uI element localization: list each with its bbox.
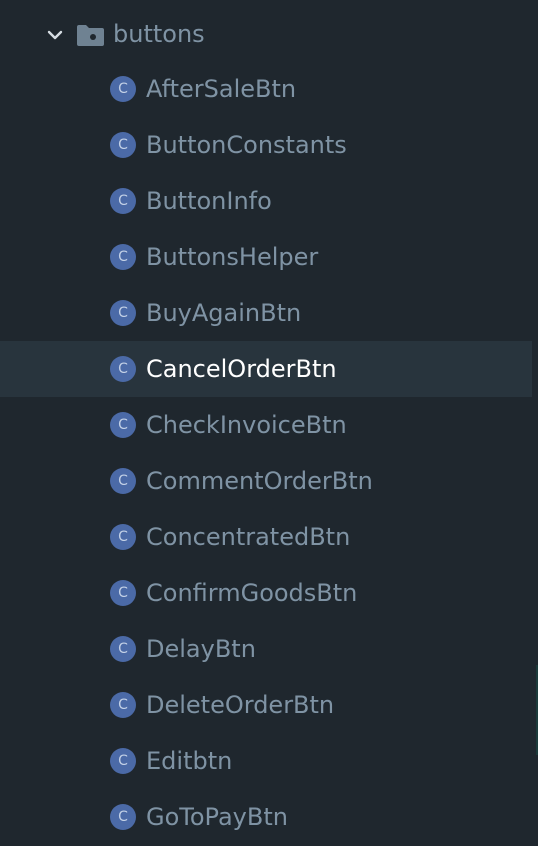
class-icon: C [110,412,136,438]
list-item[interactable]: C DelayBtn [0,621,532,677]
list-item[interactable]: C CheckInvoiceBtn [0,397,532,453]
list-item[interactable]: C ButtonInfo [0,173,532,229]
class-icon: C [110,300,136,326]
class-icon: C [110,692,136,718]
class-icon: C [110,356,136,382]
list-item[interactable]: C ButtonsHelper [0,229,532,285]
class-icon: C [110,244,136,270]
class-icon: C [110,636,136,662]
class-icon: C [110,76,136,102]
list-item-label: ConcentratedBtn [146,523,351,551]
list-item-label: CancelOrderBtn [146,355,337,383]
list-item[interactable]: C DeleteOrderBtn [0,677,532,733]
list-item-label: DeleteOrderBtn [146,691,335,719]
list-item[interactable]: C CommentOrderBtn [0,453,532,509]
list-item[interactable]: C CancelOrderBtn [0,341,532,397]
project-tree: buttons C AfterSaleBtn C ButtonConstants C Bu… [0,0,538,846]
list-item[interactable]: C AfterSaleBtn [0,61,532,117]
class-icon: C [110,748,136,774]
class-icon: C [110,132,136,158]
class-icon: C [110,580,136,606]
list-item[interactable]: C BuyAgainBtn [0,285,532,341]
list-item-label: CheckInvoiceBtn [146,411,347,439]
folder-label: buttons [113,20,205,48]
class-icon: C [110,524,136,550]
list-item-label: ButtonInfo [146,187,272,215]
class-icon: C [110,804,136,830]
list-item-label: DelayBtn [146,635,256,663]
list-item[interactable]: C ButtonConstants [0,117,532,173]
list-item[interactable]: C Editbtn [0,733,532,789]
list-item-label: AfterSaleBtn [146,75,297,103]
list-item-label: ButtonConstants [146,131,347,159]
folder-row-buttons[interactable]: buttons [0,5,538,61]
list-item-label: CommentOrderBtn [146,467,373,495]
list-item[interactable]: C ConfirmGoodsBtn [0,565,532,621]
class-icon: C [110,468,136,494]
folder-icon [77,25,104,46]
chevron-down-icon[interactable] [45,25,65,45]
list-item[interactable]: C ConcentratedBtn [0,509,532,565]
list-item-label: ConfirmGoodsBtn [146,579,358,607]
list-item-label: Editbtn [146,747,233,775]
list-item-label: BuyAgainBtn [146,299,302,327]
list-item[interactable]: C GoToPayBtn [0,789,532,845]
list-item-label: GoToPayBtn [146,803,288,831]
list-item-label: ButtonsHelper [146,243,319,271]
class-icon: C [110,188,136,214]
